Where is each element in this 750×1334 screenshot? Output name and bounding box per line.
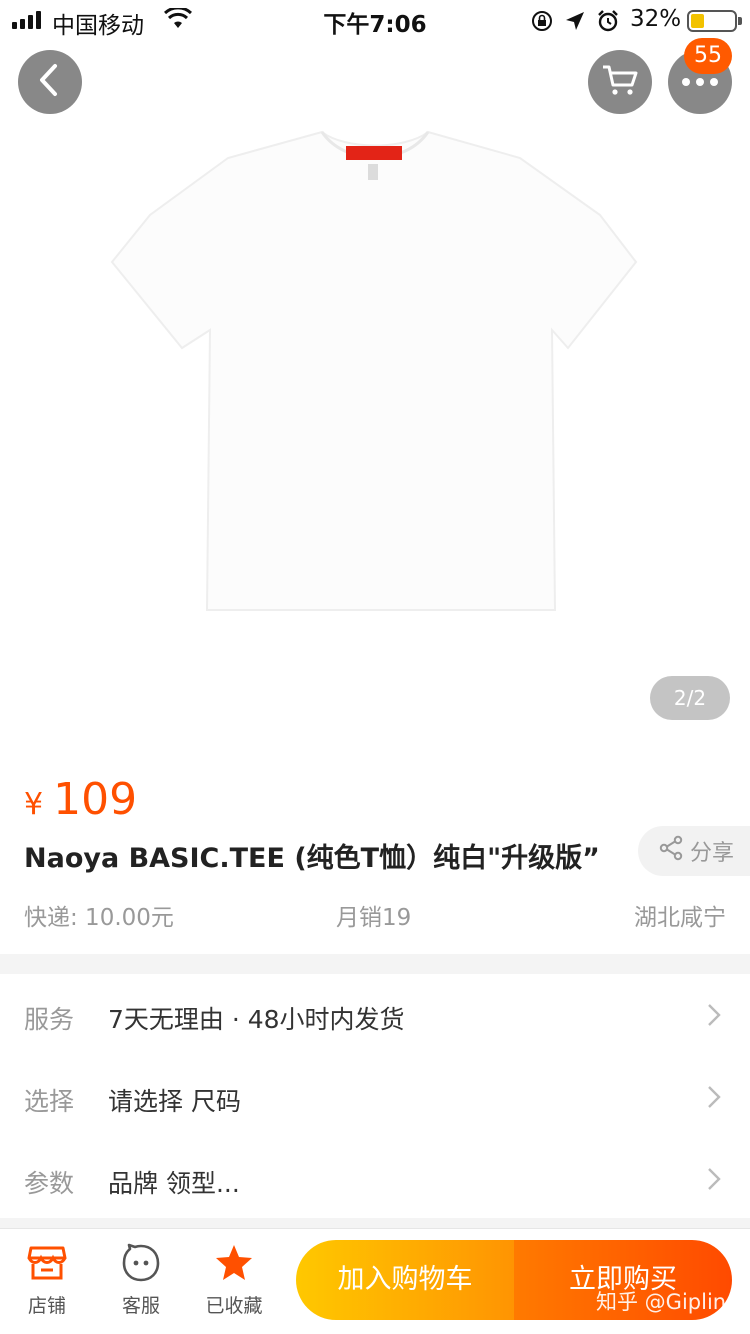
add-to-cart-button[interactable]: 加入购物车 [296, 1240, 514, 1320]
price-value: 109 [53, 774, 138, 825]
section-divider [0, 1218, 750, 1228]
shop-label: 店铺 [27, 1295, 66, 1317]
product-meta: 快递: 10.00元 月销19 湖北咸宁 [24, 898, 726, 932]
chevron-left-icon [35, 63, 65, 101]
customer-service-tab[interactable]: 客服 [101, 1241, 181, 1318]
customer-service-icon [101, 1241, 181, 1285]
more-dots-icon [682, 78, 718, 86]
info-row-label: 服务 [24, 1005, 75, 1034]
section-divider [0, 954, 750, 974]
shop-tab[interactable]: 店铺 [7, 1241, 87, 1318]
shopping-cart-icon [601, 63, 639, 101]
cart-button[interactable] [588, 50, 652, 114]
share-button[interactable]: 分享 [638, 826, 750, 876]
shop-icon [7, 1241, 87, 1285]
info-row-label: 参数 [24, 1169, 75, 1198]
info-row-service[interactable]: 服务 7天无理由 · 48小时内发货 [0, 974, 750, 1056]
info-row-params[interactable]: 参数 品牌 领型... [0, 1138, 750, 1220]
info-row-label: 选择 [24, 1087, 75, 1116]
watermark: 知乎 @Giplin [596, 1290, 727, 1314]
chevron-right-icon [706, 1166, 722, 1196]
info-row-value: 7天无理由 · 48小时内发货 [108, 1005, 405, 1034]
info-row-value: 品牌 领型... [108, 1169, 240, 1198]
ship-from-location: 湖北咸宁 [634, 905, 726, 931]
share-icon [658, 835, 684, 867]
currency-symbol: ¥ [24, 787, 44, 822]
favorite-label: 已收藏 [205, 1295, 263, 1317]
product-image[interactable]: 2/2 [0, 0, 750, 745]
star-filled-icon [194, 1241, 274, 1285]
share-label: 分享 [690, 841, 735, 866]
customer-service-label: 客服 [121, 1295, 160, 1317]
favorite-tab[interactable]: 已收藏 [194, 1241, 274, 1318]
tshirt-image [110, 130, 638, 611]
chevron-right-icon [706, 1002, 722, 1032]
monthly-sales: 月销19 [336, 905, 412, 931]
price: ¥ 109 [24, 774, 137, 825]
notification-badge: 55 [684, 38, 732, 74]
product-title: Naoya BASIC.TEE (纯色T恤）纯白"升级版” [24, 843, 600, 874]
image-counter: 2/2 [650, 676, 730, 720]
back-button[interactable] [18, 50, 82, 114]
info-row-value: 请选择 尺码 [108, 1087, 241, 1116]
shipping-fee: 快递: 10.00元 [24, 905, 174, 931]
chevron-right-icon [706, 1084, 722, 1114]
info-row-select[interactable]: 选择 请选择 尺码 [0, 1056, 750, 1138]
